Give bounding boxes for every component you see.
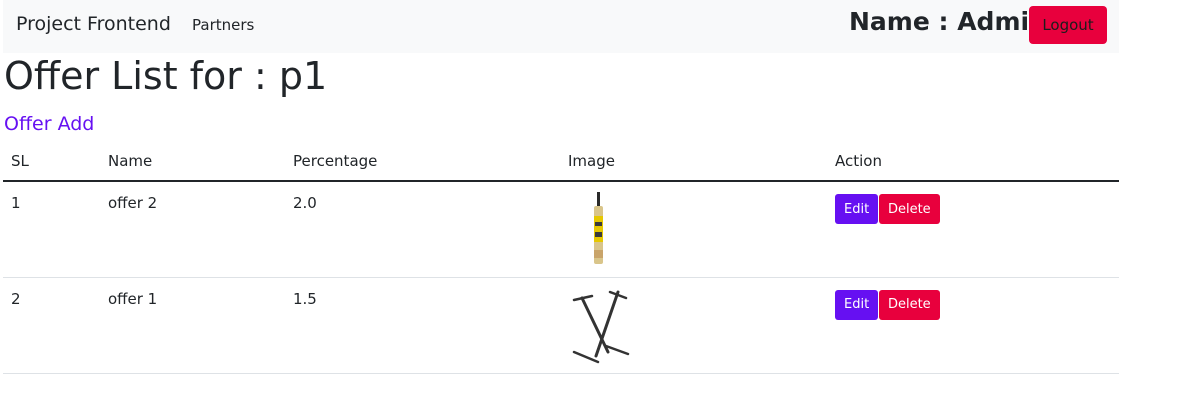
table-row: 1 offer 2 2.0 Edit Delete	[3, 181, 1119, 278]
cell-percentage: 2.0	[285, 181, 560, 278]
column-header-name: Name	[100, 142, 285, 182]
delete-button[interactable]: Delete	[878, 289, 940, 320]
nav-link-partners[interactable]: Partners	[192, 16, 254, 34]
column-header-sl: SL	[3, 142, 100, 182]
column-header-action: Action	[827, 142, 1119, 182]
brand-link[interactable]: Project Frontend	[16, 13, 171, 35]
cricket-bat-image	[594, 192, 603, 264]
table-header-row: SL Name Percentage Image Action	[3, 142, 1119, 182]
cell-action: Edit Delete	[827, 181, 1119, 278]
edit-button[interactable]: Edit	[835, 194, 879, 224]
column-header-percentage: Percentage	[285, 142, 560, 182]
logout-button[interactable]: Logout	[1029, 6, 1107, 44]
cell-action: Edit Delete	[827, 277, 1119, 374]
cell-percentage: 1.5	[285, 277, 560, 374]
page-title: Offer List for : p1	[4, 54, 328, 98]
offer-table: SL Name Percentage Image Action 1 offer …	[3, 142, 1119, 374]
cell-sl: 1	[3, 181, 100, 278]
cell-sl: 2	[3, 277, 100, 374]
cell-image	[560, 277, 827, 374]
navbar: Project Frontend Partners Name : Admin L…	[3, 0, 1119, 53]
cell-name: offer 2	[100, 181, 285, 278]
cell-name: offer 1	[100, 277, 285, 374]
column-header-image: Image	[560, 142, 827, 182]
x-stand-image	[572, 290, 630, 363]
offer-add-link[interactable]: Offer Add	[4, 113, 94, 135]
table-row: 2 offer 1 1.5 Edit Delete	[3, 277, 1119, 374]
delete-button[interactable]: Delete	[878, 194, 940, 224]
user-name: Name : Admin	[849, 7, 1047, 36]
edit-button[interactable]: Edit	[835, 289, 879, 320]
cell-image	[560, 181, 827, 278]
